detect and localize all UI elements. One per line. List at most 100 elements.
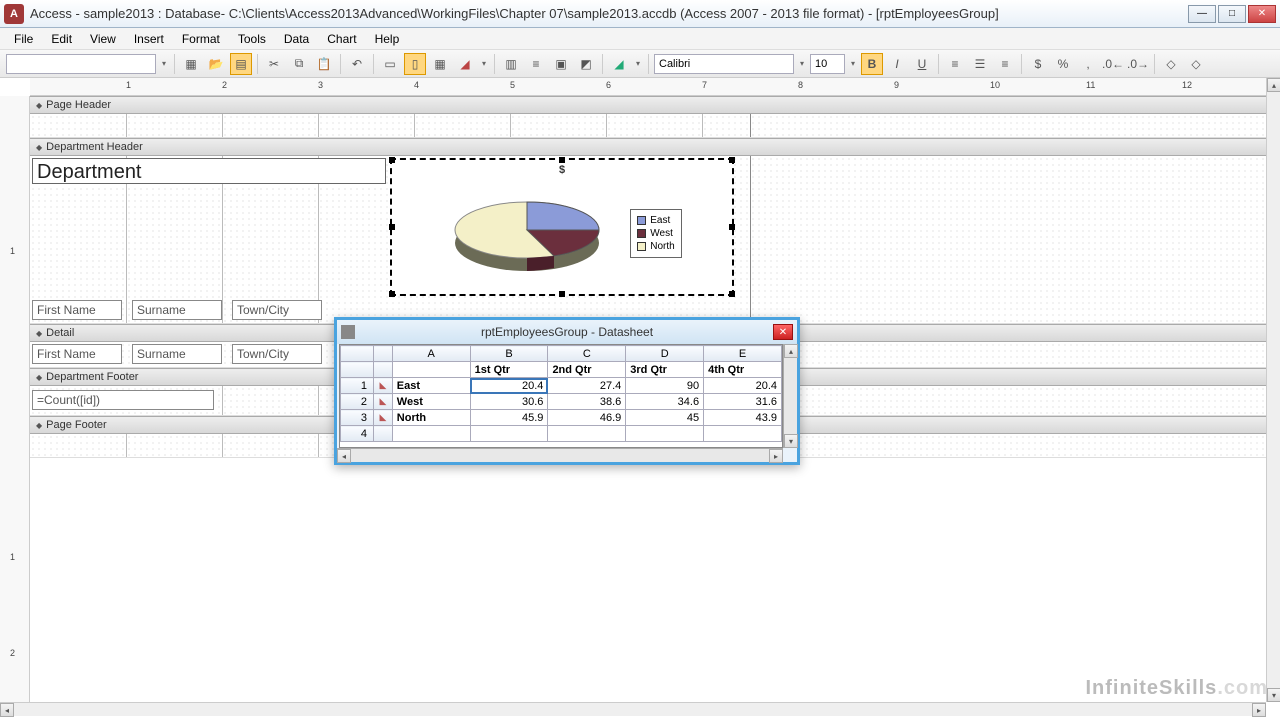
cell[interactable]: 43.9: [704, 410, 782, 426]
scroll-right-icon[interactable]: ▸: [769, 449, 783, 463]
cell[interactable]: [548, 426, 626, 442]
cell[interactable]: 45: [626, 410, 704, 426]
currency-icon[interactable]: $: [1027, 53, 1049, 75]
cell[interactable]: [392, 362, 470, 378]
datasheet-close-button[interactable]: ✕: [773, 324, 793, 340]
scroll-down-icon[interactable]: ▾: [1267, 688, 1280, 702]
close-button[interactable]: ✕: [1248, 5, 1276, 23]
minimize-button[interactable]: —: [1188, 5, 1216, 23]
maximize-button[interactable]: □: [1218, 5, 1246, 23]
object-name-combo[interactable]: [6, 54, 156, 74]
font-size-combo[interactable]: 10: [810, 54, 845, 74]
menu-format[interactable]: Format: [174, 30, 228, 48]
cell[interactable]: North: [392, 410, 470, 426]
scroll-down-icon[interactable]: ▾: [784, 434, 798, 448]
main-scrollbar-horizontal[interactable]: ◂ ▸: [0, 702, 1266, 716]
surname-textbox[interactable]: Surname: [132, 344, 222, 364]
open-icon[interactable]: 📂: [205, 53, 227, 75]
towncity-label[interactable]: Town/City: [232, 300, 322, 320]
increase-decimal-icon[interactable]: .0←: [1102, 53, 1124, 75]
menu-insert[interactable]: Insert: [126, 30, 172, 48]
chart-object[interactable]: $ East West North: [390, 158, 734, 296]
align-center-icon[interactable]: ☰: [969, 53, 991, 75]
italic-icon[interactable]: I: [886, 53, 908, 75]
section-department-header[interactable]: Department Header: [30, 138, 1266, 156]
cell[interactable]: 46.9: [548, 410, 626, 426]
dropdown-icon[interactable]: ▾: [797, 59, 807, 68]
datasheet-scrollbar-vertical[interactable]: ▴ ▾: [783, 344, 797, 448]
paste-icon[interactable]: 📋: [313, 53, 335, 75]
firstname-textbox[interactable]: First Name: [32, 344, 122, 364]
comma-icon[interactable]: ,: [1077, 53, 1099, 75]
cell[interactable]: 38.6: [548, 394, 626, 410]
cell[interactable]: 3rd Qtr: [626, 362, 704, 378]
by-column-icon[interactable]: ▯: [404, 53, 426, 75]
towncity-textbox[interactable]: Town/City: [232, 344, 322, 364]
cell-selected[interactable]: 20.4: [470, 378, 548, 394]
cut-icon[interactable]: ✂: [263, 53, 285, 75]
datasheet-view-icon[interactable]: ▤: [230, 53, 252, 75]
dropdown-icon[interactable]: ▾: [633, 59, 643, 68]
align-right-icon[interactable]: ≡: [994, 53, 1016, 75]
col-header[interactable]: C: [548, 346, 626, 362]
datasheet-grid[interactable]: A B C D E 1st Qtr 2nd Qtr 3rd Qtr 4th Qt…: [339, 344, 783, 448]
scroll-up-icon[interactable]: ▴: [784, 344, 798, 358]
menu-chart[interactable]: Chart: [319, 30, 364, 48]
legend-icon[interactable]: ▣: [550, 53, 572, 75]
chart-type-icon[interactable]: ◢: [454, 53, 476, 75]
col-header[interactable]: E: [704, 346, 782, 362]
cell[interactable]: 30.6: [470, 394, 548, 410]
cell[interactable]: 20.4: [704, 378, 782, 394]
cell[interactable]: East: [392, 378, 470, 394]
datasheet-scrollbar-horizontal[interactable]: ◂ ▸: [337, 448, 783, 462]
table-icon[interactable]: ▦: [429, 53, 451, 75]
font-name-combo[interactable]: Calibri: [654, 54, 794, 74]
menu-help[interactable]: Help: [367, 30, 408, 48]
row-header[interactable]: 4: [341, 426, 374, 442]
menu-edit[interactable]: Edit: [43, 30, 80, 48]
cell[interactable]: 34.6: [626, 394, 704, 410]
col-header[interactable]: B: [470, 346, 548, 362]
cell[interactable]: 90: [626, 378, 704, 394]
cell[interactable]: 1st Qtr: [470, 362, 548, 378]
cell[interactable]: West: [392, 394, 470, 410]
firstname-label[interactable]: First Name: [32, 300, 122, 320]
data-table-icon[interactable]: ◩: [575, 53, 597, 75]
row-header[interactable]: 2: [341, 394, 374, 410]
datasheet-titlebar[interactable]: rptEmployeesGroup - Datasheet ✕: [337, 320, 797, 344]
department-textbox[interactable]: Department: [32, 158, 386, 184]
scroll-up-icon[interactable]: ▴: [1267, 78, 1280, 92]
angle-text-icon[interactable]: ◇: [1185, 53, 1207, 75]
menu-view[interactable]: View: [82, 30, 124, 48]
align-left-icon[interactable]: ≡: [944, 53, 966, 75]
scroll-right-icon[interactable]: ▸: [1252, 703, 1266, 717]
cell[interactable]: [704, 426, 782, 442]
main-scrollbar-vertical[interactable]: ▴ ▾: [1266, 78, 1280, 702]
row-header[interactable]: 1: [341, 378, 374, 394]
category-axis-icon[interactable]: ▥: [500, 53, 522, 75]
row-header[interactable]: 3: [341, 410, 374, 426]
cell[interactable]: 4th Qtr: [704, 362, 782, 378]
fill-color-icon[interactable]: ◢: [608, 53, 630, 75]
cell[interactable]: 45.9: [470, 410, 548, 426]
copy-icon[interactable]: ⧉: [288, 53, 310, 75]
scroll-left-icon[interactable]: ◂: [337, 449, 351, 463]
count-textbox[interactable]: =Count([id]): [32, 390, 214, 410]
dropdown-icon[interactable]: ▾: [848, 59, 858, 68]
by-row-icon[interactable]: ▭: [379, 53, 401, 75]
cell[interactable]: [626, 426, 704, 442]
bold-icon[interactable]: B: [861, 53, 883, 75]
cell[interactable]: [392, 426, 470, 442]
dropdown-icon[interactable]: ▾: [159, 59, 169, 68]
undo-icon[interactable]: ↶: [346, 53, 368, 75]
col-header[interactable]: D: [626, 346, 704, 362]
col-header[interactable]: A: [392, 346, 470, 362]
cell[interactable]: 31.6: [704, 394, 782, 410]
angle-text-icon[interactable]: ◇: [1160, 53, 1182, 75]
underline-icon[interactable]: U: [911, 53, 933, 75]
datasheet-window[interactable]: rptEmployeesGroup - Datasheet ✕ A B C D …: [334, 317, 800, 465]
cell[interactable]: 2nd Qtr: [548, 362, 626, 378]
section-page-header-body[interactable]: [30, 114, 1266, 138]
menu-data[interactable]: Data: [276, 30, 317, 48]
menu-file[interactable]: File: [6, 30, 41, 48]
